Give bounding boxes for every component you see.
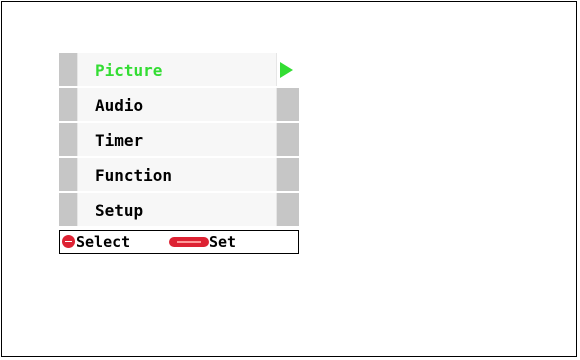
select-hint-label: Select [76,233,131,251]
menu-item-label: Timer [95,131,144,150]
main-menu: Picture Audio Timer Function Setup [59,53,299,228]
osd-screen: Picture Audio Timer Function Setup Selec… [1,1,577,357]
menu-item-function[interactable]: Function [59,158,299,191]
menu-item-label: Setup [95,201,144,220]
menu-item-audio[interactable]: Audio [59,88,299,121]
menu-item-left-cap [59,53,77,86]
red-enter-button-icon [169,237,209,247]
menu-item-picture[interactable]: Picture [59,53,299,86]
hint-bar: Select Set [59,230,299,254]
menu-item-label: Audio [95,96,144,115]
right-triangle-icon [280,62,293,78]
menu-item-left-cap [59,158,77,191]
menu-item-right-cap [277,158,299,191]
menu-item-right-cap [277,193,299,226]
menu-item-left-cap [59,123,77,156]
red-round-button-icon [62,235,75,248]
menu-item-timer[interactable]: Timer [59,123,299,156]
menu-item-right-cap [277,123,299,156]
set-hint-label: Set [209,233,237,251]
menu-item-label: Function [95,166,173,185]
menu-item-right-cap [277,88,299,121]
menu-item-setup[interactable]: Setup [59,193,299,226]
menu-item-label: Picture [95,61,163,80]
menu-item-left-cap [59,193,77,226]
menu-item-left-cap [59,88,77,121]
